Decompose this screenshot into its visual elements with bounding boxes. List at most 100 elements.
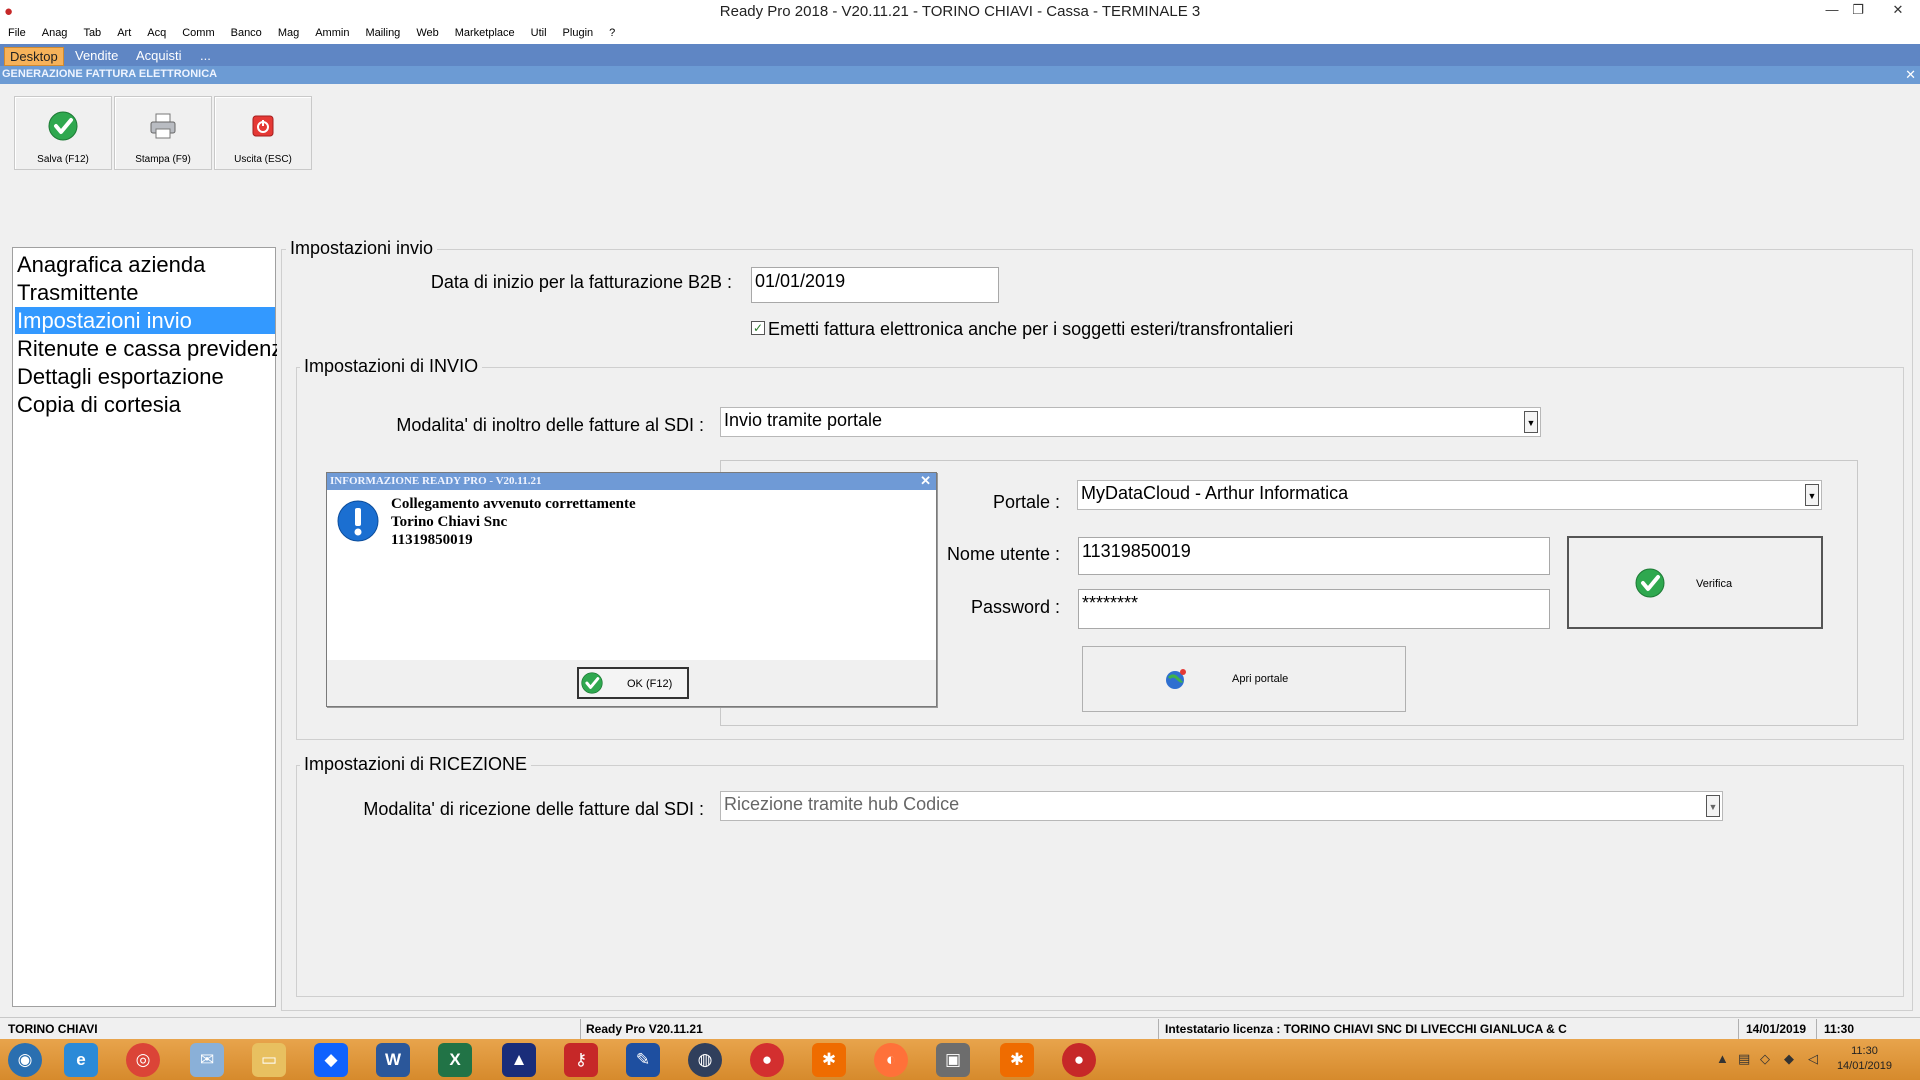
excel-icon[interactable]: X [438,1043,472,1077]
dialog-close-icon[interactable]: ✕ [920,473,931,489]
ok-button[interactable]: OK (F12) [577,667,689,699]
tab-vendite[interactable]: Vendite [70,47,123,66]
strawberry-icon[interactable]: ● [750,1043,784,1077]
username-field[interactable]: 11319850019 [1078,537,1550,575]
settings-nav-list: Anagrafica azienda Trasmittente Impostaz… [12,247,277,1007]
mail-icon[interactable]: ✉ [190,1043,224,1077]
verify-button[interactable]: Verifica [1567,536,1823,629]
status-license: Intestatario licenza : TORINO CHIAVI SNC… [1165,1022,1567,1036]
nav-item-ritenute[interactable]: Ritenute e cassa previdenziale [15,335,277,362]
close-window-button[interactable]: ✕ [1880,2,1916,22]
ok-label: OK (F12) [627,678,673,690]
status-version: Ready Pro V20.11.21 [586,1022,703,1036]
dropdown-arrow-icon[interactable]: ▼ [1524,411,1538,433]
clock-date: 14/01/2019 [1836,1060,1892,1072]
menu-acq[interactable]: Acq [139,24,174,39]
menu-help[interactable]: ? [601,24,623,39]
restore-button[interactable]: ❐ [1840,2,1876,22]
menu-web[interactable]: Web [408,24,446,39]
app-blue-icon[interactable]: ▲ [502,1043,536,1077]
taskbar-clock[interactable]: 11:30 14/01/2019 [1837,1044,1892,1074]
menu-anag[interactable]: Anag [34,24,76,39]
device-app-icon[interactable]: ▣ [936,1043,970,1077]
check-icon [1635,568,1665,598]
tab-more[interactable]: ... [195,47,216,66]
nav-item-impostazioni-invio[interactable]: Impostazioni invio [15,307,275,334]
tab-bar: Desktop Vendite Acquisti ... [0,44,1920,66]
tray-app-icon[interactable]: ◇ [1760,1051,1770,1067]
menu-tab[interactable]: Tab [75,24,109,39]
portal-select[interactable]: MyDataCloud - Arthur Informatica ▼ [1077,480,1822,510]
globe-app-icon[interactable]: ◍ [688,1043,722,1077]
b2b-date-field[interactable]: 01/01/2019 [751,267,999,303]
key-app-icon[interactable]: ⚷ [564,1043,598,1077]
menu-mag[interactable]: Mag [270,24,307,39]
dropbox-tray-icon[interactable]: ◆ [1784,1051,1794,1067]
send-mode-value: Invio tramite portale [724,410,883,430]
dropdown-arrow-icon[interactable]: ▼ [1706,795,1720,817]
network-icon[interactable]: ▤ [1738,1051,1750,1067]
portal-value: MyDataCloud - Arthur Informatica [1081,483,1349,503]
start-button-icon[interactable]: ◉ [8,1043,42,1077]
menu-mailing[interactable]: Mailing [357,24,408,39]
status-date: 14/01/2019 [1746,1022,1807,1036]
dialog-line-2: Torino Chiavi Snc [391,514,508,530]
dropbox-icon[interactable]: ◆ [314,1043,348,1077]
exit-label: Uscita (ESC) [234,154,292,165]
menu-util[interactable]: Util [523,24,555,39]
verify-label: Verifica [1696,578,1733,590]
menu-art[interactable]: Art [109,24,139,39]
chrome-icon[interactable]: ◎ [126,1043,160,1077]
close-form-icon[interactable]: ✕ [1905,67,1916,83]
open-portal-button[interactable]: Apri portale [1082,646,1406,712]
receive-mode-select[interactable]: Ricezione tramite hub Codice ▼ [720,791,1723,821]
password-field[interactable]: ******** [1078,589,1550,629]
exit-button[interactable]: Uscita (ESC) [214,96,312,170]
menu-bar: File Anag Tab Art Acq Comm Banco Mag Ammin Mailin… [0,24,1920,44]
save-button[interactable]: Salva (F12) [14,96,112,170]
nav-item-dettagli-esportazione[interactable]: Dettagli esportazione [15,363,277,390]
foreign-invoice-checkbox[interactable]: ✓ [751,321,765,335]
status-separator [580,1019,581,1039]
firefox-icon[interactable]: ◐ [874,1043,908,1077]
dialog-line-3: 11319850019 [391,532,473,548]
save-label: Salva (F12) [37,154,89,165]
strawberry-2-icon[interactable]: ● [1062,1043,1096,1077]
tab-desktop[interactable]: Desktop [4,47,64,66]
tab-acquisti[interactable]: Acquisti [131,47,187,66]
print-label: Stampa (F9) [135,154,191,165]
dropdown-arrow-icon[interactable]: ▼ [1805,484,1819,506]
dialog-footer: OK (F12) [327,660,936,706]
nav-item-copia-cortesia[interactable]: Copia di cortesia [15,391,277,418]
print-button[interactable]: Stampa (F9) [114,96,212,170]
status-company: TORINO CHIAVI [8,1022,98,1036]
b2b-date-label: Data di inizio per la fatturazione B2B : [430,272,732,292]
clock-time: 11:30 [1851,1045,1878,1057]
check-icon [48,111,78,141]
orange-app-icon[interactable]: ✱ [812,1043,846,1077]
menu-plugin[interactable]: Plugin [555,24,602,39]
menu-comm[interactable]: Comm [174,24,222,39]
foreign-invoice-label: Emetti fattura elettronica anche per i s… [768,319,1294,339]
send-mode-select[interactable]: Invio tramite portale ▼ [720,407,1541,437]
title-bar: ● Ready Pro 2018 - V20.11.21 - TORINO CH… [0,0,1920,24]
menu-banco[interactable]: Banco [223,24,270,39]
word-icon[interactable]: W [376,1043,410,1077]
tray-up-arrow-icon[interactable]: ▲ [1716,1051,1729,1066]
open-portal-label: Apri portale [1232,673,1289,685]
impostazioni-invio-legend: Impostazioni invio [286,238,438,259]
internet-explorer-icon[interactable]: e [64,1043,98,1077]
menu-ammin[interactable]: Ammin [307,24,357,39]
power-icon [252,115,274,137]
receive-mode-label: Modalita' di ricezione delle fatture dal… [363,799,704,819]
portal-label: Portale : [992,492,1060,512]
nav-item-trasmittente[interactable]: Trasmittente [15,279,277,306]
volume-icon[interactable]: ◁ [1808,1051,1818,1067]
menu-marketplace[interactable]: Marketplace [447,24,523,39]
nav-item-anagrafica-azienda[interactable]: Anagrafica azienda [15,251,277,278]
orange-app-2-icon[interactable]: ✱ [1000,1043,1034,1077]
menu-file[interactable]: File [0,24,34,39]
tool-app-icon[interactable]: ✎ [626,1043,660,1077]
dialog-line-1: Collegamento avvenuto correttamente [391,496,636,512]
file-explorer-icon[interactable]: ▭ [252,1043,286,1077]
